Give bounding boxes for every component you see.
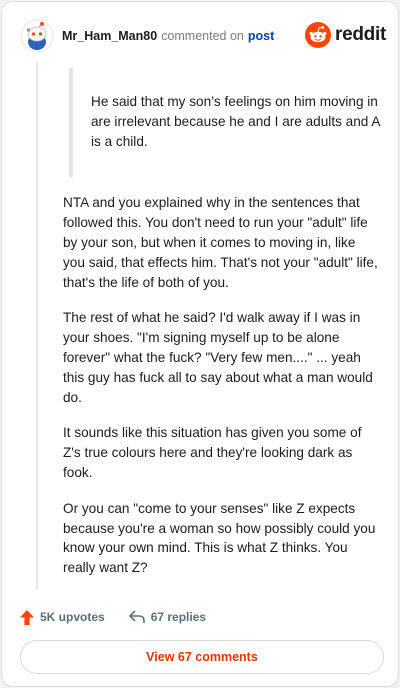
reply-count: 67 replies: [150, 610, 207, 624]
comment-header: Mr_Ham_Man80 commented on post reddit: [20, 16, 386, 56]
replies-button[interactable]: 67 replies: [128, 610, 207, 624]
username[interactable]: Mr_Ham_Man80: [62, 29, 157, 43]
reply-arrow-icon: [128, 610, 145, 623]
reddit-brand[interactable]: reddit: [305, 22, 386, 48]
thread-line: [36, 62, 38, 590]
upvote-button[interactable]: 5K upvotes: [20, 609, 105, 625]
comment-meta: Mr_Ham_Man80 commented on post: [62, 29, 274, 43]
comment-actions: 5K upvotes 67 replies: [20, 606, 230, 628]
comment-body: He said that my son’s feelings on him mo…: [63, 68, 381, 594]
blockquote: He said that my son’s feelings on him mo…: [69, 68, 381, 178]
comment-paragraph: It sounds like this situation has given …: [63, 425, 362, 480]
reddit-logo-icon: [305, 22, 332, 48]
comment-paragraph: Or you can "come to your senses" like Z …: [63, 500, 376, 576]
upvote-count: 5K upvotes: [40, 610, 105, 624]
post-link[interactable]: post: [248, 29, 274, 43]
comment-paragraph: The rest of what he said? I'd walk away …: [63, 310, 373, 405]
upvote-arrow-icon: [20, 609, 34, 625]
comment-paragraph: NTA and you explained why in the sentenc…: [63, 195, 378, 290]
avatar[interactable]: [20, 19, 54, 53]
view-comments-button[interactable]: View 67 comments: [20, 640, 384, 674]
commented-on-label: commented on: [161, 29, 244, 43]
comment-card: Mr_Ham_Man80 commented on post reddit He…: [1, 1, 399, 687]
reddit-wordmark: reddit: [335, 24, 386, 45]
